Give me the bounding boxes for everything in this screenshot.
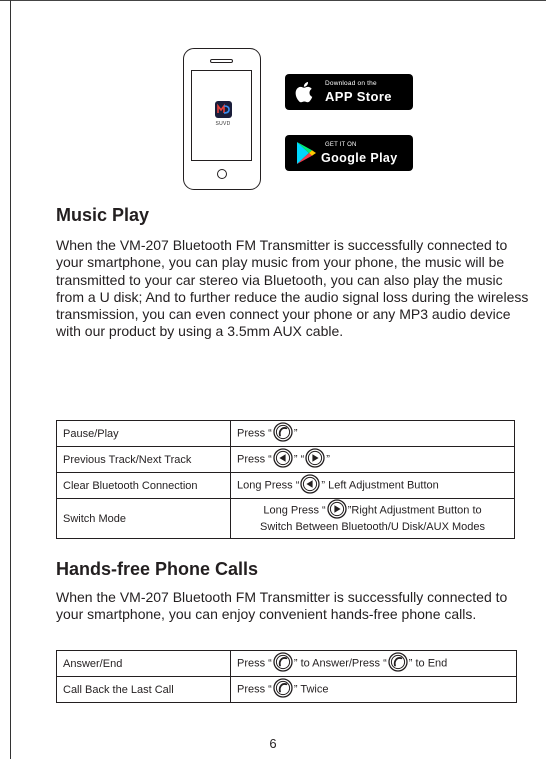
google-play-icon bbox=[297, 142, 316, 164]
instruction-cell: Press “ ” bbox=[230, 420, 515, 447]
phone-speaker bbox=[210, 59, 233, 63]
instruction-text: ” bbox=[293, 427, 298, 440]
function-cell: Answer/End bbox=[56, 650, 231, 677]
music-controls-table: Pause/Play Press “ ” Previous Track/Next … bbox=[56, 420, 515, 539]
instruction-cell: Press “ ” to Answer/Press “ ” to End bbox=[230, 650, 517, 677]
instruction-text: Long Press “ bbox=[263, 504, 326, 517]
function-cell: Previous Track/Next Track bbox=[56, 446, 231, 473]
prev-button-icon bbox=[300, 474, 321, 494]
phone-button-icon bbox=[273, 652, 293, 672]
instruction-text: Press “ bbox=[237, 427, 272, 440]
app-store-big-text: APP Store bbox=[325, 89, 392, 104]
music-play-paragraph: When the VM-207 Bluetooth FM Transmitter… bbox=[56, 237, 529, 340]
hands-free-paragraph: When the VM-207 Bluetooth FM Transmitter… bbox=[56, 589, 508, 623]
instruction-text: ” “ bbox=[293, 453, 305, 466]
instruction-cell: Long Press “ ” Left Adjustment Button bbox=[230, 472, 515, 499]
instruction-cell: Press “ ” “ ” bbox=[230, 446, 515, 473]
instruction-cell: Long Press “”Right Adjustment Button to … bbox=[230, 498, 515, 539]
next-button-icon bbox=[327, 499, 347, 519]
phone-button-icon bbox=[273, 422, 293, 442]
table-row: Pause/Play Press “ ” bbox=[56, 420, 515, 447]
instruction-text: Press “ bbox=[237, 657, 272, 670]
table-row: Answer/End Press “ ” to Answer/Press “ ” t… bbox=[56, 650, 517, 677]
function-cell: Switch Mode bbox=[56, 498, 231, 539]
apple-logo-icon bbox=[295, 82, 313, 103]
phone-screen: SUVD bbox=[191, 70, 252, 161]
table-row: Previous Track/Next Track Press “ ” “ ” bbox=[56, 446, 515, 473]
phone-button-icon bbox=[273, 678, 293, 698]
instruction-text: ”Right Adjustment Button to bbox=[347, 504, 482, 517]
instruction-text: ” Left Adjustment Button bbox=[321, 479, 439, 492]
table-row: Switch Mode Long Press “ ”Right Adjustmen… bbox=[56, 498, 515, 539]
instruction-text: Press “ bbox=[237, 683, 272, 696]
phone-button-icon bbox=[388, 652, 408, 672]
google-play-big-text: Google Play bbox=[321, 151, 398, 165]
prev-button-icon bbox=[273, 448, 293, 468]
function-cell: Clear Bluetooth Connection bbox=[56, 472, 231, 499]
instruction-line-1: Long Press “ ”Right Adjustment Button to bbox=[263, 499, 482, 519]
phone-illustration: SUVD bbox=[183, 48, 261, 190]
page-number: 6 bbox=[269, 736, 277, 751]
music-play-heading: Music Play bbox=[56, 205, 150, 225]
app-store-small-text: Download on the bbox=[325, 80, 377, 87]
phone-home-button bbox=[217, 169, 227, 179]
instruction-text: ” Twice bbox=[293, 683, 329, 696]
call-controls-table: Answer/End Press “ ” to Answer/Press “ ” t… bbox=[56, 650, 517, 703]
instruction-text: ” to End bbox=[408, 657, 448, 670]
instruction-cell: Press “ ” Twice bbox=[230, 676, 517, 703]
google-play-small-text: GET IT ON bbox=[325, 142, 357, 148]
instruction-text: ” bbox=[326, 453, 330, 466]
app-store-badge[interactable]: Download on the APP Store bbox=[285, 74, 413, 110]
app-caption: SUVD bbox=[215, 121, 231, 127]
hands-free-heading: Hands-free Phone Calls bbox=[56, 559, 259, 579]
instruction-text: Long Press “ bbox=[237, 479, 300, 492]
google-play-badge[interactable]: GET IT ON Google Play bbox=[285, 135, 413, 171]
page-top-rule bbox=[0, 0, 546, 1]
instruction-text: Switch Between Bluetooth/U Disk/AUX Mode… bbox=[260, 521, 485, 533]
function-cell: Call Back the Last Call bbox=[56, 676, 231, 703]
table-row: Call Back the Last Call Press “ ” Twice bbox=[56, 676, 517, 703]
instruction-text: Press “ bbox=[237, 453, 272, 466]
next-button-icon bbox=[305, 448, 325, 468]
table-row: Clear Bluetooth Connection Long Press “ ”… bbox=[56, 472, 515, 499]
page-left-rule bbox=[10, 0, 11, 759]
instruction-text: ” to Answer/Press “ bbox=[293, 657, 387, 670]
app-logo-icon bbox=[215, 101, 232, 118]
function-cell: Pause/Play bbox=[56, 420, 231, 447]
